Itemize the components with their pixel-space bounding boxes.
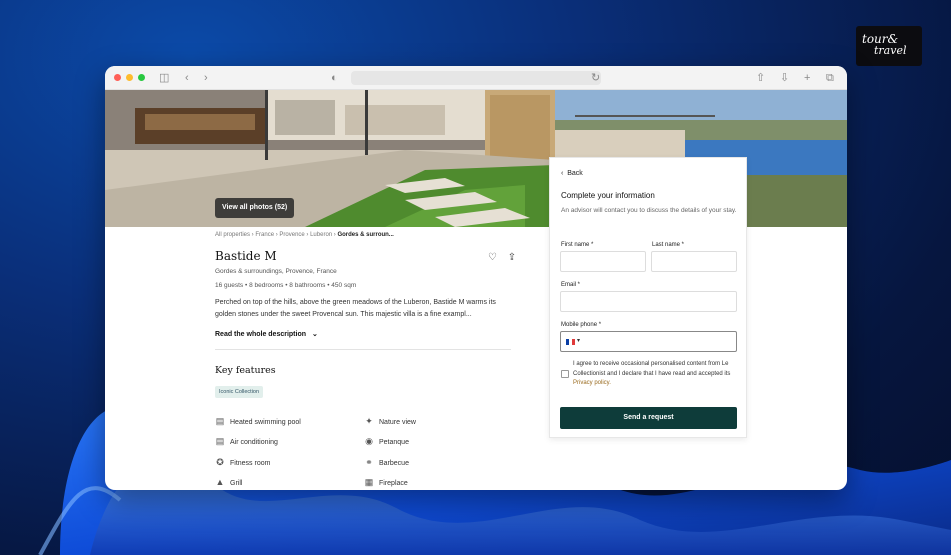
key-features-title: Key features <box>215 365 276 376</box>
last-name-label: Last name * <box>652 242 685 248</box>
consent-text: I agree to receive occasional personalis… <box>573 361 731 386</box>
chevron-down-icon: ⌄ <box>311 331 318 338</box>
email-field[interactable] <box>560 291 737 312</box>
new-tab-icon[interactable]: + <box>804 70 810 86</box>
reload-icon[interactable]: ↻ <box>591 70 600 86</box>
browser-toolbar: ◫ ‹ › ◐ ↻ ⇧ ⇩ + ⧉ <box>105 66 847 90</box>
property-description: Perched on top of the hills, above the g… <box>215 299 496 318</box>
maximize-window-button[interactable] <box>138 74 145 81</box>
consent-checkbox[interactable] <box>561 370 569 378</box>
heart-icon[interactable]: ♡ <box>488 252 497 263</box>
feature-item: ◉ Petanque <box>365 436 409 446</box>
chevron-left-icon: ‹ <box>561 170 564 177</box>
first-name-field[interactable] <box>560 251 646 272</box>
property-actions: ♡ ⇪ <box>488 252 516 263</box>
pool-icon: ▤ <box>215 416 225 426</box>
property-location: Gordes & surroundings, Provence, France <box>215 268 337 275</box>
feature-item: ✦ Nature view <box>365 416 416 426</box>
brand-logo: tour& travel <box>856 26 922 66</box>
nature-icon: ✦ <box>365 416 373 426</box>
breadcrumb-france[interactable]: France <box>255 232 274 238</box>
divider <box>215 349 511 350</box>
chevron-down-icon[interactable]: ▾ <box>577 337 580 344</box>
feature-item: ▲ Grill <box>215 477 243 487</box>
petanque-icon: ◉ <box>365 436 373 446</box>
share-icon[interactable]: ⇧ <box>756 70 765 86</box>
breadcrumb-luberon[interactable]: Luberon <box>310 232 332 238</box>
last-name-field[interactable] <box>651 251 737 272</box>
breadcrumb-all-properties[interactable]: All properties <box>215 232 250 238</box>
feature-item: ▤ Air conditioning <box>215 436 278 446</box>
forward-arrow-icon[interactable]: › <box>204 70 208 86</box>
fireplace-icon: ▦ <box>364 477 374 487</box>
request-form: ‹ Back Complete your information An advi… <box>549 157 747 438</box>
mobile-label: Mobile phone * <box>561 322 602 328</box>
share-icon[interactable]: ⇪ <box>508 252 516 263</box>
sidebar-icon[interactable]: ◫ <box>159 70 169 86</box>
property-title: Bastide M <box>215 249 277 263</box>
fitness-icon: ✪ <box>216 457 224 467</box>
feature-item: ▤ Heated swimming pool <box>215 416 301 426</box>
breadcrumb-provence[interactable]: Provence <box>279 232 304 238</box>
barbecue-icon: ⚭ <box>365 457 373 467</box>
ac-icon: ▤ <box>215 436 225 446</box>
feature-item: ▦ Fireplace <box>364 477 408 487</box>
first-name-label: First name * <box>561 242 594 248</box>
breadcrumb-current: Gordes & surroun... <box>337 232 394 238</box>
feature-item: ✪ Fitness room <box>216 457 271 467</box>
breadcrumb: All properties › France › Provence › Lub… <box>215 232 394 238</box>
email-label: Email * <box>561 282 581 288</box>
back-arrow-icon[interactable]: ‹ <box>185 70 189 86</box>
tabs-overview-icon[interactable]: ⧉ <box>826 70 834 86</box>
address-bar[interactable] <box>351 71 601 85</box>
grill-icon: ▲ <box>215 477 225 487</box>
send-request-button[interactable]: Send a request <box>560 407 737 429</box>
feature-item: ⚭ Barbecue <box>365 457 409 467</box>
browser-window: ◫ ‹ › ◐ ↻ ⇧ ⇩ + ⧉ View all photos (52) A… <box>105 66 847 490</box>
collection-tag: Iconic Collection <box>215 386 264 398</box>
privacy-shield-icon: ◐ <box>331 72 338 84</box>
property-stats: 16 guests • 8 bedrooms • 8 bathrooms • 4… <box>215 282 357 289</box>
back-button[interactable]: ‹ Back <box>561 170 583 177</box>
minimize-window-button[interactable] <box>126 74 133 81</box>
privacy-policy-link[interactable]: Privacy policy. <box>573 380 611 386</box>
form-title: Complete your information <box>561 191 655 200</box>
property-details: All properties › France › Provence › Lub… <box>215 232 515 398</box>
form-subtitle: An advisor will contact you to discuss t… <box>561 207 737 214</box>
france-flag-icon[interactable] <box>566 339 575 345</box>
mobile-phone-field[interactable]: ▾ <box>560 331 737 352</box>
read-description-button[interactable]: Read the whole description ⌄ <box>215 330 515 338</box>
close-window-button[interactable] <box>114 74 121 81</box>
download-icon[interactable]: ⇩ <box>780 70 789 86</box>
view-all-photos-button[interactable]: View all photos (52) <box>215 198 295 218</box>
